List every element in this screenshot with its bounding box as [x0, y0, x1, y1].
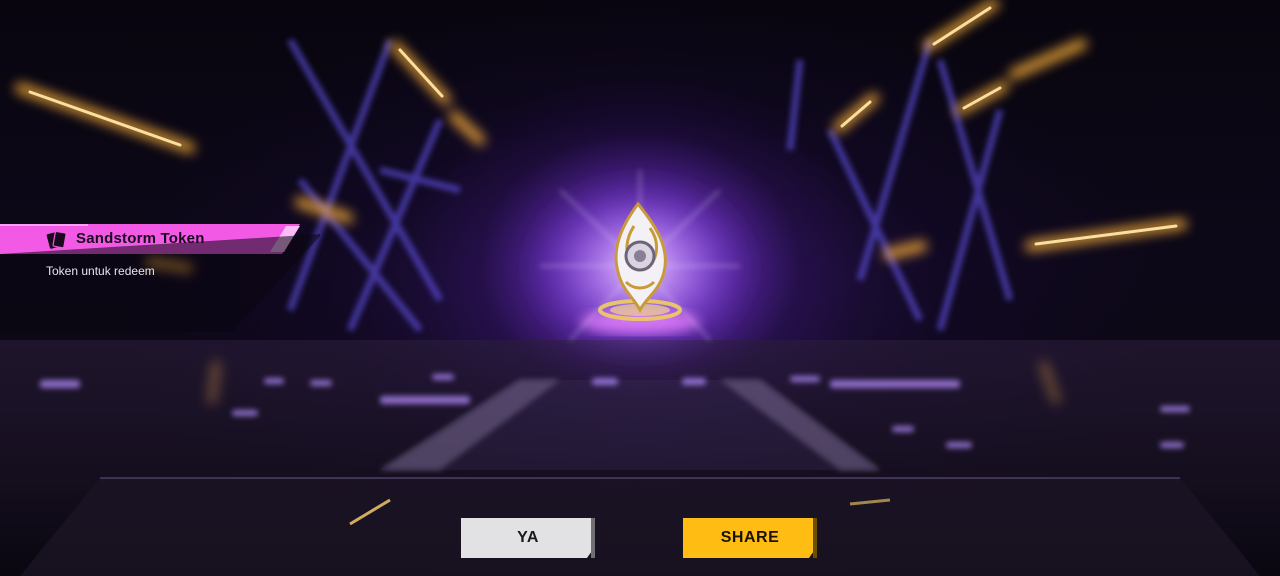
confirm-button[interactable]: YA — [461, 518, 595, 558]
item-name: Sandstorm Token — [76, 230, 205, 247]
confirm-button-edge — [591, 518, 595, 558]
item-name-banner: Sandstorm Token — [0, 224, 320, 332]
card-deck-icon — [46, 230, 67, 249]
share-button[interactable]: SHARE — [683, 518, 817, 558]
floor-platform — [0, 340, 1280, 576]
item-description: Token untuk redeem — [46, 264, 155, 278]
sandstorm-token-emblem-icon — [598, 201, 682, 321]
reward-screen: Sandstorm Token Token untuk redeem YA SH… — [0, 0, 1280, 576]
share-button-edge — [813, 518, 817, 558]
right-truss-structure — [786, 39, 1014, 331]
